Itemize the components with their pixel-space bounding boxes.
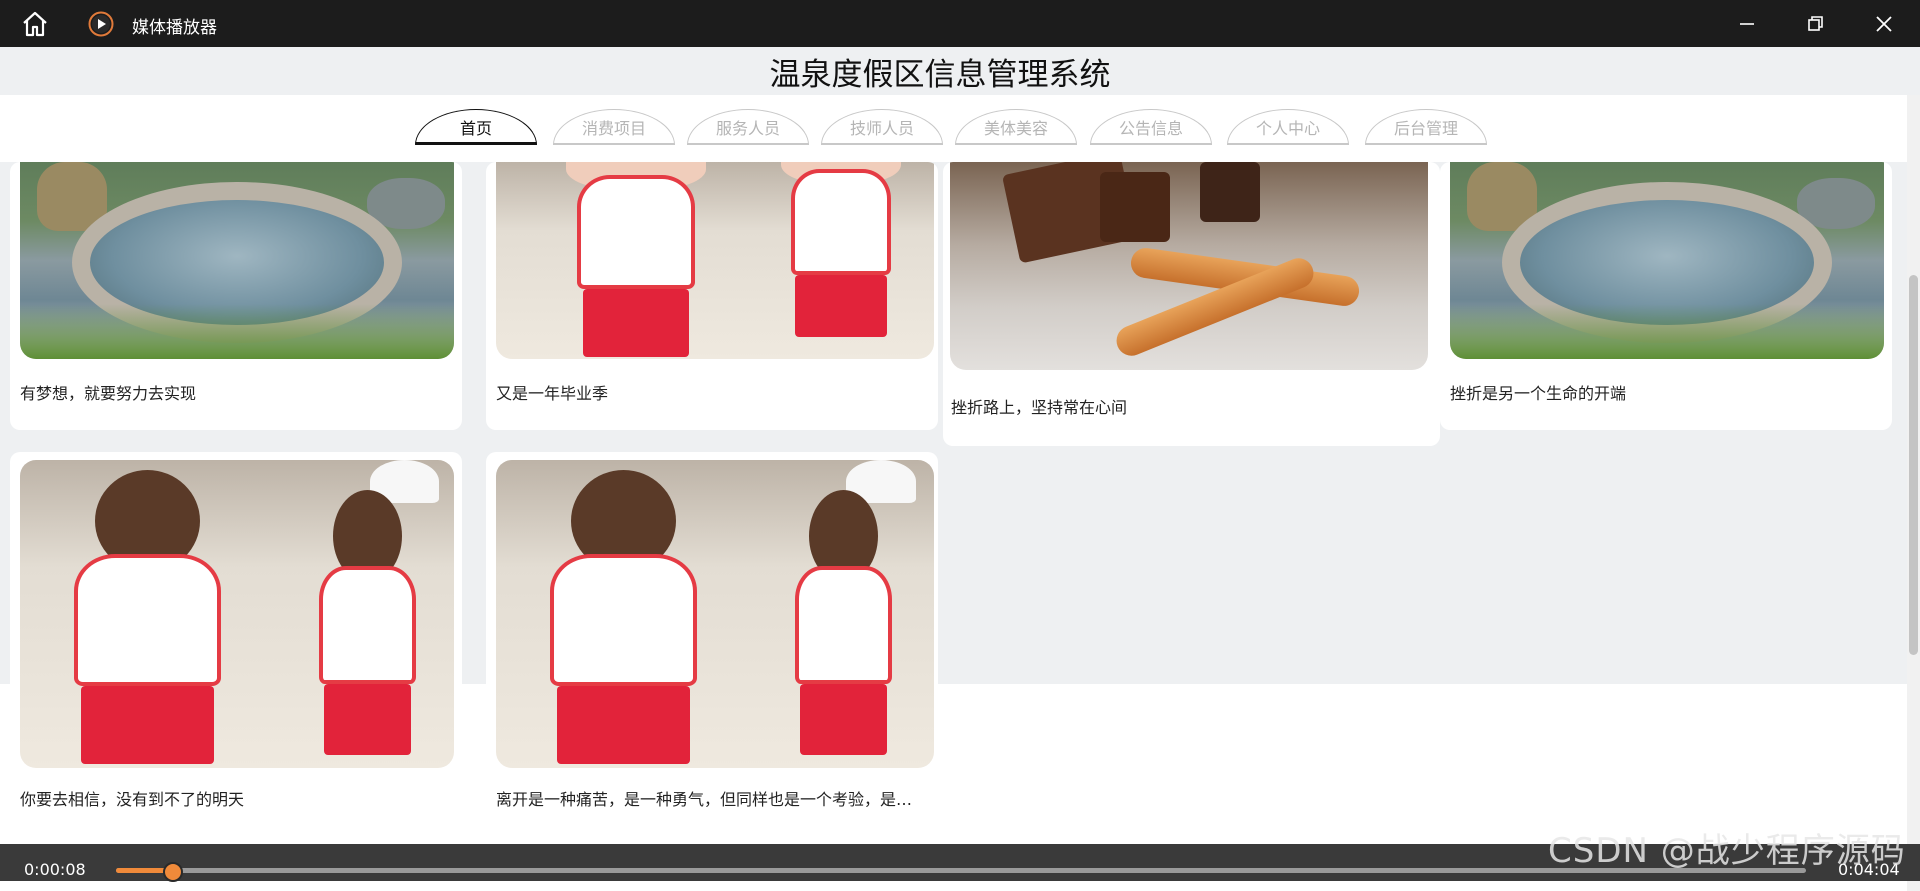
tab-personal-center[interactable]: 个人中心 — [1227, 109, 1349, 145]
card-image[interactable] — [20, 162, 454, 359]
card-image[interactable] — [1450, 162, 1884, 359]
home-icon[interactable] — [20, 10, 50, 38]
minimize-icon[interactable] — [1735, 12, 1759, 36]
current-time: 0:00:08 — [24, 860, 86, 879]
card-caption[interactable]: 又是一年毕业季 — [496, 380, 930, 404]
card-caption[interactable]: 离开是一种痛苦，是一种勇气，但同样也是一个考验，是… — [496, 786, 928, 810]
news-card[interactable]: 你要去相信，没有到不了的明天 — [10, 452, 462, 852]
seek-thumb[interactable] — [162, 862, 183, 882]
card-caption[interactable]: 你要去相信，没有到不了的明天 — [20, 786, 454, 810]
card-image[interactable] — [950, 162, 1428, 370]
tab-admin[interactable]: 后台管理 — [1365, 109, 1487, 145]
app-title: 媒体播放器 — [132, 18, 217, 38]
card-image[interactable] — [496, 460, 934, 768]
media-player-titlebar: 媒体播放器 — [0, 0, 1920, 47]
card-image[interactable] — [20, 460, 454, 768]
media-player-logo-icon — [88, 11, 114, 37]
close-icon[interactable] — [1872, 12, 1896, 36]
page-scrollbar[interactable] — [1907, 95, 1920, 891]
tab-body-beauty[interactable]: 美体美容 — [955, 109, 1077, 145]
main-nav: 首页 消费项目 服务人员 技师人员 美体美容 公告信息 个人中心 后台管理 — [0, 109, 1920, 159]
card-caption[interactable]: 挫折路上，坚持常在心间 — [951, 394, 1421, 418]
tab-technicians[interactable]: 技师人员 — [821, 109, 943, 145]
scrollbar-thumb[interactable] — [1909, 275, 1918, 655]
news-card[interactable]: 有梦想，就要努力去实现 — [10, 162, 462, 430]
news-card[interactable]: 挫折是另一个生命的开端 — [1440, 162, 1892, 430]
card-caption[interactable]: 挫折是另一个生命的开端 — [1450, 380, 1884, 404]
card-image[interactable] — [496, 162, 934, 359]
web-page: 温泉度假区信息管理系统 首页 消费项目 服务人员 技师人员 美体美容 公告信息 … — [0, 47, 1920, 891]
tab-home[interactable]: 首页 — [415, 109, 537, 145]
site-title: 温泉度假区信息管理系统 — [769, 57, 1111, 93]
news-card[interactable]: 离开是一种痛苦，是一种勇气，但同样也是一个考验，是… — [486, 452, 938, 852]
tab-service-staff[interactable]: 服务人员 — [687, 109, 809, 145]
card-caption[interactable]: 有梦想，就要努力去实现 — [20, 380, 454, 404]
tab-consumption-items[interactable]: 消费项目 — [553, 109, 675, 145]
news-card[interactable]: 又是一年毕业季 — [486, 162, 938, 430]
news-card[interactable]: 挫折路上，坚持常在心间 — [943, 162, 1440, 446]
tab-announcements[interactable]: 公告信息 — [1090, 109, 1212, 145]
restore-icon[interactable] — [1803, 12, 1827, 36]
watermark: CSDN @战少程序源码 — [1548, 831, 1906, 871]
